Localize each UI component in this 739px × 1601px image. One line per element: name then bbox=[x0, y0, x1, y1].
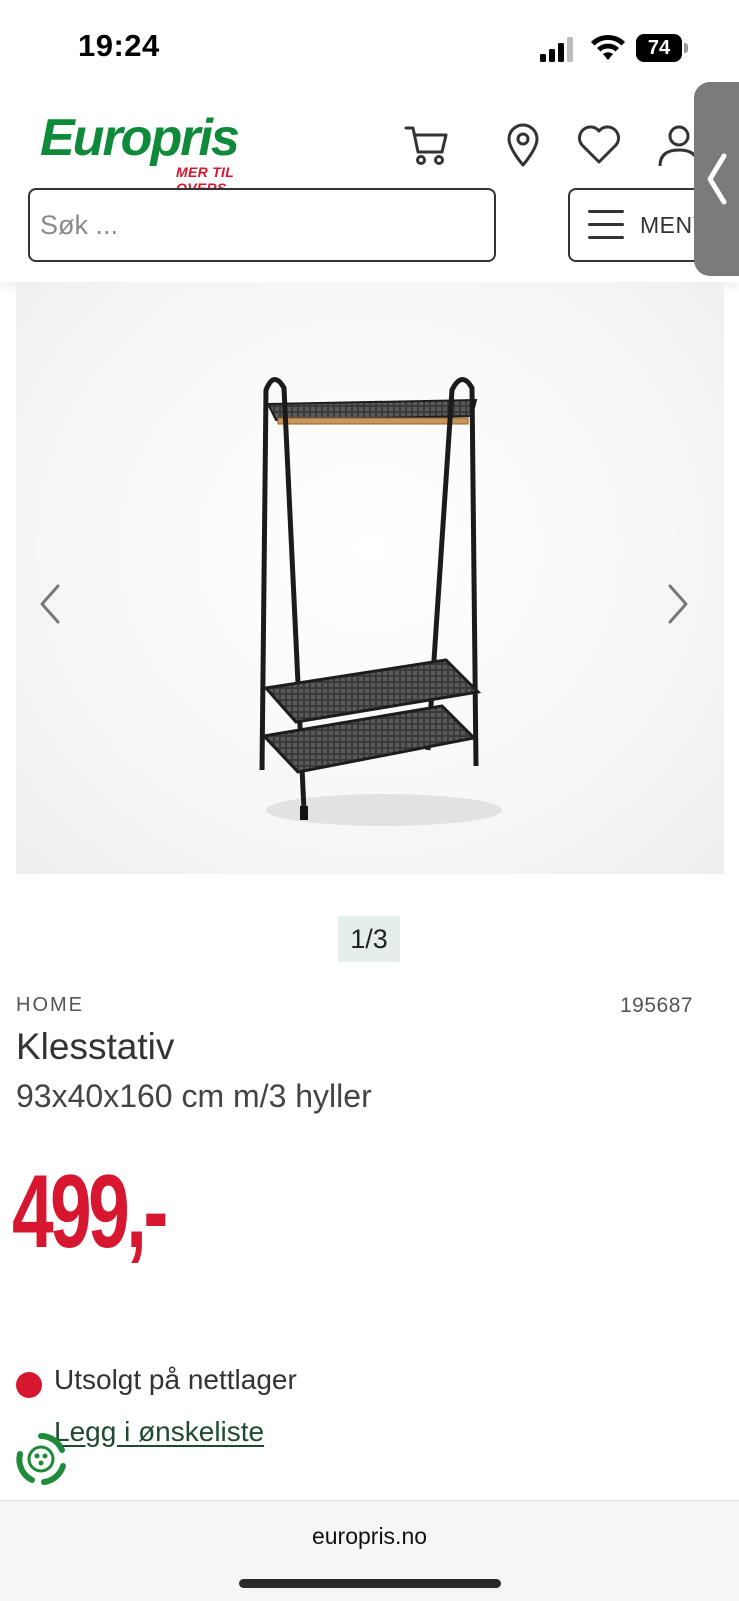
product-sku: 195687 bbox=[620, 994, 694, 1017]
cart-icon[interactable] bbox=[404, 122, 450, 168]
hamburger-icon bbox=[588, 210, 624, 242]
logo-wordmark: Europris bbox=[40, 109, 240, 167]
home-indicator[interactable] bbox=[239, 1579, 501, 1588]
product-image bbox=[259, 377, 502, 826]
add-to-wishlist-link[interactable]: Legg i ønskeliste bbox=[54, 1416, 264, 1448]
stock-status-dot bbox=[16, 1372, 42, 1398]
heart-icon[interactable] bbox=[576, 122, 622, 168]
product-price: 499,- bbox=[12, 1154, 168, 1270]
recycle-badge-icon[interactable] bbox=[14, 1432, 68, 1486]
site-header: Europris MER TIL OVERS MENY bbox=[0, 90, 739, 282]
europris-logo[interactable]: Europris MER TIL OVERS bbox=[40, 108, 280, 196]
product-title: Klesstativ bbox=[16, 1026, 175, 1067]
chevron-left-icon bbox=[707, 153, 727, 205]
location-pin-icon[interactable] bbox=[500, 122, 546, 168]
product-brand[interactable]: HOME bbox=[16, 994, 84, 1017]
image-counter: 1/3 bbox=[338, 916, 400, 962]
product-subtitle: 93x40x160 cm m/3 hyller bbox=[16, 1078, 372, 1114]
search-box[interactable] bbox=[28, 188, 496, 262]
search-input[interactable] bbox=[30, 190, 460, 260]
product-gallery[interactable] bbox=[16, 282, 724, 874]
side-panel-tab[interactable] bbox=[694, 82, 739, 276]
chevron-left-icon[interactable] bbox=[36, 582, 66, 626]
clock: 19:24 bbox=[78, 28, 160, 63]
page-url[interactable]: europris.no bbox=[0, 1523, 739, 1550]
signal-icon bbox=[540, 37, 573, 62]
wifi-icon bbox=[591, 34, 625, 60]
battery-level: 74 bbox=[636, 34, 682, 62]
status-bar: 19:24 74 bbox=[0, 0, 739, 90]
chevron-right-icon[interactable] bbox=[662, 582, 692, 626]
stock-status-text: Utsolgt på nettlager bbox=[54, 1364, 297, 1395]
browser-address-bar[interactable]: europris.no bbox=[0, 1500, 739, 1601]
battery-icon: 74 bbox=[636, 34, 690, 64]
